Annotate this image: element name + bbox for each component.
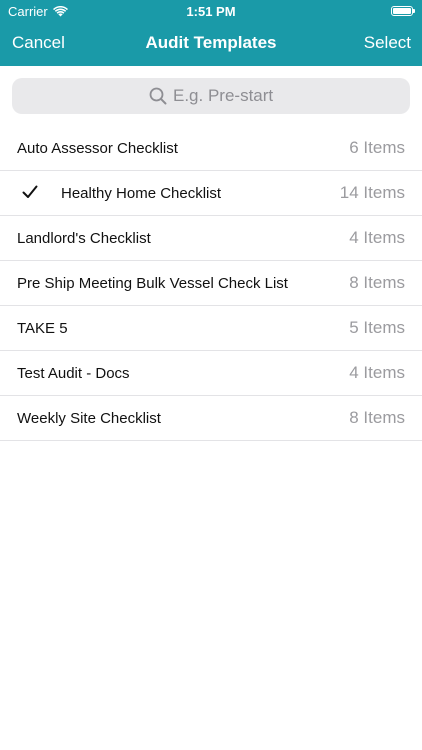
battery-fill bbox=[393, 8, 411, 14]
search-input[interactable] bbox=[173, 86, 273, 106]
template-name: TAKE 5 bbox=[17, 319, 68, 337]
list-item[interactable]: Auto Assessor Checklist 6 Items bbox=[0, 126, 422, 171]
template-name: Pre Ship Meeting Bulk Vessel Check List bbox=[17, 274, 288, 292]
select-button[interactable]: Select bbox=[364, 33, 411, 53]
list-item[interactable]: Weekly Site Checklist 8 Items bbox=[0, 396, 422, 441]
status-bar: Carrier 1:51 PM bbox=[0, 0, 422, 22]
item-count: 8 Items bbox=[349, 408, 405, 427]
template-name: Healthy Home Checklist bbox=[61, 184, 222, 202]
search-bar bbox=[12, 78, 410, 114]
item-count: 4 Items bbox=[349, 228, 405, 247]
template-name: Weekly Site Checklist bbox=[17, 409, 161, 427]
status-time: 1:51 PM bbox=[186, 4, 236, 19]
template-name: Landlord's Checklist bbox=[17, 229, 151, 247]
checkmark-icon bbox=[22, 185, 38, 198]
list-item[interactable]: Test Audit - Docs 4 Items bbox=[0, 351, 422, 396]
template-name: Auto Assessor Checklist bbox=[17, 139, 178, 157]
template-name: Test Audit - Docs bbox=[17, 364, 130, 382]
nav-bar: Cancel Audit Templates Select bbox=[0, 22, 422, 66]
list-item[interactable]: Healthy Home Checklist 14 Items bbox=[0, 171, 422, 216]
search-box[interactable] bbox=[12, 78, 410, 114]
item-count: 6 Items bbox=[349, 138, 405, 157]
templates-list: Auto Assessor Checklist 6 Items Healthy … bbox=[0, 126, 422, 441]
page-title: Audit Templates bbox=[145, 33, 277, 52]
list-item[interactable]: Landlord's Checklist 4 Items bbox=[0, 216, 422, 261]
list-item[interactable]: TAKE 5 5 Items bbox=[0, 306, 422, 351]
header: Carrier 1:51 PM Cancel Audit Templates S… bbox=[0, 0, 422, 66]
battery-icon bbox=[391, 6, 415, 16]
item-count: 4 Items bbox=[349, 363, 405, 382]
item-count: 14 Items bbox=[339, 183, 405, 202]
search-icon bbox=[149, 87, 167, 105]
list-item[interactable]: Pre Ship Meeting Bulk Vessel Check List … bbox=[0, 261, 422, 306]
item-count: 8 Items bbox=[349, 273, 405, 292]
item-count: 5 Items bbox=[349, 318, 405, 337]
